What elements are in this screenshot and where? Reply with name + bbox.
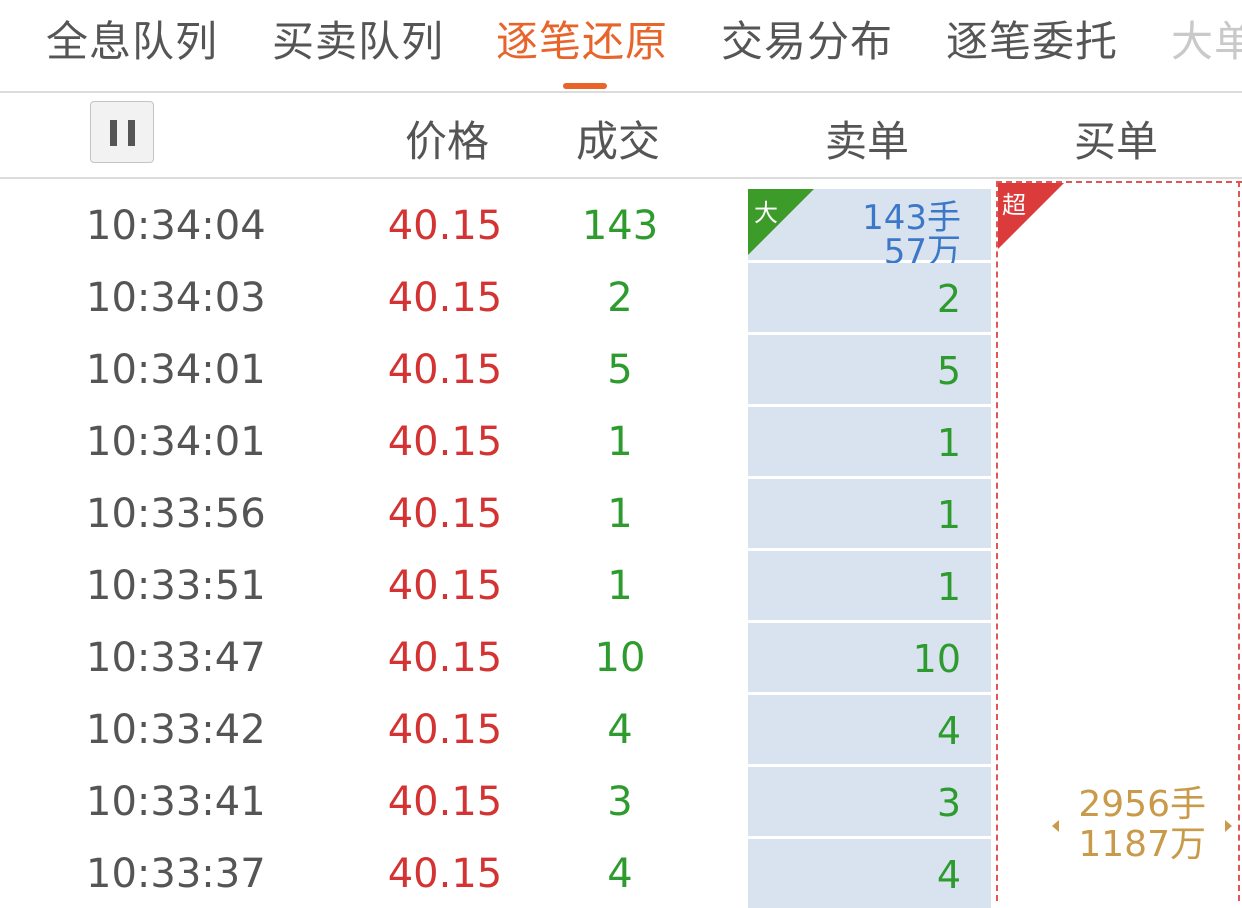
tab-tick-restore[interactable]: 逐笔还原 [496,8,668,69]
sell-cell[interactable]: 1 [748,407,991,476]
row-price: 40.15 [387,851,503,897]
buy-super-amount: 1187万 [1078,824,1206,865]
sell-cell[interactable]: 2 [748,263,991,332]
row-volume: 1 [607,419,633,465]
header-price: 价格 [405,117,490,166]
row-price: 40.15 [387,203,503,249]
big-order-tag: 大 [754,199,778,227]
row-time: 10:33:47 [86,635,266,681]
row-price: 40.15 [387,779,503,825]
row-volume: 3 [607,779,633,825]
table-row[interactable]: 10:34:04 40.15 143 [0,179,748,251]
row-volume: 1 [607,563,633,609]
row-volume: 2 [607,275,633,321]
sell-order-column: 大 143手 57万 2 5 1 1 1 10 4 3 4 [748,179,991,908]
sell-cell[interactable]: 1 [748,479,991,548]
row-volume: 4 [607,707,633,753]
sell-value: 2 [936,277,961,321]
row-time: 10:34:03 [86,275,266,321]
sell-value: 1 [936,493,961,537]
table-row[interactable]: 10:34:03 40.15 2 [0,251,748,323]
table-row[interactable]: 10:33:47 40.15 10 [0,611,748,683]
sell-value: 10 [912,637,961,681]
sell-cell[interactable]: 10 [748,623,991,692]
row-time: 10:33:42 [86,707,266,753]
row-price: 40.15 [387,635,503,681]
row-volume: 5 [607,347,633,393]
sell-value: 5 [936,349,961,393]
row-price: 40.15 [387,347,503,393]
row-volume: 4 [607,851,633,897]
caret-right-icon [1225,820,1232,832]
pause-icon [110,120,117,146]
row-volume: 1 [607,491,633,537]
sell-value: 3 [936,781,961,825]
row-time: 10:33:37 [86,851,266,897]
buy-box-border [1238,181,1240,901]
sell-cell[interactable]: 4 [748,839,991,908]
buy-super-lots: 2956手 [1078,784,1206,825]
tab-bar: 全息队列 买卖队列 逐笔还原 交易分布 逐笔委托 大单 [0,0,1242,92]
table-row[interactable]: 10:33:42 40.15 4 [0,683,748,755]
row-price: 40.15 [387,491,503,537]
caret-left-icon [1052,820,1059,832]
tab-full-queue[interactable]: 全息队列 [46,8,218,69]
active-tab-indicator [563,83,607,89]
sell-value: 4 [936,709,961,753]
row-time: 10:34:01 [86,419,266,465]
tab-big-orders[interactable]: 大单 [1171,8,1242,69]
row-time: 10:34:04 [86,203,266,249]
header-volume: 成交 [576,117,661,166]
row-price: 40.15 [387,563,503,609]
sell-big-lots: 143手 [862,198,961,238]
pause-icon-bar [128,120,135,146]
header-sell: 卖单 [825,117,910,166]
row-price: 40.15 [387,275,503,321]
row-price: 40.15 [387,419,503,465]
sell-value: 1 [936,565,961,609]
table-row[interactable]: 10:34:01 40.15 5 [0,323,748,395]
row-price: 40.15 [387,707,503,753]
divider [0,91,1242,93]
row-time: 10:33:41 [86,779,266,825]
pause-button[interactable] [90,101,154,163]
table-row[interactable]: 10:33:51 40.15 1 [0,539,748,611]
row-volume: 143 [581,203,659,249]
table-row[interactable]: 10:34:01 40.15 1 [0,395,748,467]
sell-big-order[interactable]: 大 143手 57万 [748,189,991,269]
table-row[interactable]: 10:33:56 40.15 1 [0,467,748,539]
sell-cell[interactable]: 1 [748,551,991,620]
row-time: 10:34:01 [86,347,266,393]
table-row[interactable]: 10:33:41 40.15 3 [0,755,748,827]
header-buy: 买单 [1074,117,1159,166]
sell-cell[interactable]: 5 [748,335,991,404]
sell-value: 4 [936,853,961,897]
table-row[interactable]: 10:33:37 40.15 4 [0,827,748,899]
tab-bid-ask-queue[interactable]: 买卖队列 [272,8,444,69]
sell-value: 1 [936,421,961,465]
super-order-tag: 超 [1002,191,1026,219]
row-time: 10:33:51 [86,563,266,609]
sell-cell[interactable]: 3 [748,767,991,836]
row-time: 10:33:56 [86,491,266,537]
tab-trade-distribution[interactable]: 交易分布 [721,8,893,69]
row-volume: 10 [594,635,646,681]
tab-tick-orders[interactable]: 逐笔委托 [946,8,1118,69]
sell-cell[interactable]: 4 [748,695,991,764]
